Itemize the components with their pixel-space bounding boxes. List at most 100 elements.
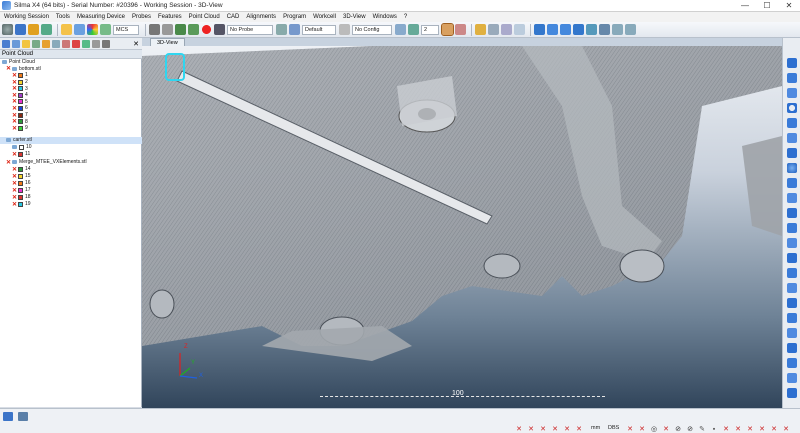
zoom-step-select[interactable]: 2 [421, 24, 439, 35]
tree-item[interactable]: ✕ 9 [12, 125, 28, 132]
pause-icon[interactable] [162, 24, 173, 35]
box-icon[interactable] [441, 23, 454, 36]
3d-viewport[interactable]: Z Y X 100 [142, 46, 782, 408]
color-swatch[interactable] [18, 173, 24, 179]
error-icon[interactable]: ✕ [734, 425, 742, 433]
color-swatch[interactable] [18, 92, 24, 98]
close-button[interactable]: ✕ [778, 0, 800, 12]
visibility-icon[interactable]: ✕ [12, 173, 17, 180]
disabled-icon[interactable]: ⊘ [674, 425, 682, 433]
minimize-button[interactable]: — [734, 0, 756, 12]
circle-icon[interactable] [787, 103, 797, 113]
color-swatch[interactable] [18, 194, 24, 200]
visibility-icon[interactable]: ✕ [12, 125, 17, 132]
color-swatch[interactable] [18, 180, 24, 186]
grid-icon[interactable] [339, 24, 350, 35]
units-label[interactable]: mm [591, 425, 600, 431]
color-swatch[interactable] [19, 144, 24, 150]
tree-item[interactable]: 10 [12, 144, 32, 151]
view-style-select[interactable]: Default [302, 24, 336, 35]
menu-point-cloud[interactable]: Point Cloud [189, 14, 220, 20]
visibility-icon[interactable]: ✕ [12, 166, 17, 173]
pen-icon[interactable]: ✎ [698, 425, 706, 433]
machine-icon[interactable] [41, 24, 52, 35]
visibility-icon[interactable]: ✕ [12, 201, 17, 208]
color-swatch[interactable] [18, 151, 24, 157]
compare-icon[interactable] [62, 39, 70, 48]
export-icon[interactable] [42, 39, 50, 48]
tolerance-icon[interactable] [787, 328, 797, 338]
layers-icon[interactable] [514, 24, 525, 35]
angle-icon[interactable] [787, 283, 797, 293]
visibility-icon[interactable]: ✕ [6, 159, 11, 166]
sphere-icon[interactable] [787, 163, 797, 173]
color-swatch[interactable] [18, 72, 24, 78]
color-swatch[interactable] [18, 86, 24, 92]
export-report-icon[interactable] [787, 388, 797, 398]
frame-icon[interactable] [787, 313, 797, 323]
zoom-icon[interactable] [612, 24, 623, 35]
tag-icon[interactable] [475, 24, 486, 35]
settings-icon[interactable] [2, 24, 13, 35]
tree-item[interactable]: ✕ 14 [12, 166, 31, 173]
distance-icon[interactable] [787, 268, 797, 278]
color-swatch[interactable] [18, 99, 24, 105]
cylinder-icon[interactable] [787, 133, 797, 143]
tree-icon[interactable] [100, 24, 111, 35]
visibility-icon[interactable]: ✕ [12, 151, 17, 158]
cone-icon[interactable] [787, 148, 797, 158]
tree-file[interactable]: ✕ Merge_MTEE_VXElements.stl [6, 159, 87, 166]
ellipse-icon[interactable] [787, 118, 797, 128]
error-icon[interactable]: ✕ [746, 425, 754, 433]
report-icon[interactable] [787, 343, 797, 353]
select-icon[interactable] [82, 39, 90, 48]
part-icon[interactable] [455, 24, 466, 35]
stop-icon[interactable] [149, 24, 160, 35]
surface-icon[interactable] [787, 208, 797, 218]
gap-icon[interactable] [787, 253, 797, 263]
error-icon[interactable]: ✕ [662, 425, 670, 433]
cloud-icon[interactable] [2, 39, 10, 48]
filter-icon[interactable] [32, 39, 40, 48]
color-icon[interactable] [87, 24, 98, 35]
section-icon[interactable] [787, 223, 797, 233]
point-icon[interactable] [787, 58, 797, 68]
table-icon[interactable] [787, 373, 797, 383]
error-icon[interactable]: ✕ [551, 425, 559, 433]
visibility-icon[interactable]: ✕ [12, 180, 17, 187]
tree-item[interactable]: ✕ 16 [12, 180, 31, 187]
plane-icon[interactable] [787, 88, 797, 98]
shape-icon[interactable] [488, 24, 499, 35]
error-icon[interactable]: ✕ [722, 425, 730, 433]
rotate-icon[interactable] [586, 24, 597, 35]
hide-icon[interactable] [92, 39, 100, 48]
edge-icon[interactable] [787, 238, 797, 248]
fit-icon[interactable] [599, 24, 610, 35]
camera-icon[interactable] [214, 24, 225, 35]
mode-label[interactable]: DBS [608, 425, 619, 431]
mesh-icon[interactable] [501, 24, 512, 35]
slot-icon[interactable] [787, 178, 797, 188]
align-icon[interactable] [276, 24, 287, 35]
menu-3d-view[interactable]: 3D-View [343, 14, 366, 20]
target-icon[interactable]: ◎ [650, 425, 658, 433]
color-swatch[interactable] [18, 125, 24, 131]
play-icon[interactable] [175, 24, 186, 35]
tree-item[interactable]: ✕ 11 [12, 151, 30, 158]
color-swatch[interactable] [18, 119, 24, 125]
tab-3d-view[interactable]: 3D-View [150, 38, 185, 46]
menu-tools[interactable]: Tools [56, 14, 70, 20]
panel-close-icon[interactable]: ✕ [132, 40, 140, 48]
error-icon[interactable]: ✕ [758, 425, 766, 433]
color-swatch[interactable] [18, 187, 24, 193]
error-icon[interactable]: ✕ [539, 425, 547, 433]
menu-alignments[interactable]: Alignments [246, 14, 276, 20]
menu-probes[interactable]: Probes [132, 14, 151, 20]
maximize-button[interactable]: ☐ [756, 0, 778, 12]
cube-icon[interactable] [395, 24, 406, 35]
error-icon[interactable]: ✕ [563, 425, 571, 433]
step-icon[interactable] [188, 24, 199, 35]
reset-icon[interactable] [625, 24, 636, 35]
status-left-icon-2[interactable] [18, 412, 28, 421]
color-swatch[interactable] [18, 79, 24, 85]
